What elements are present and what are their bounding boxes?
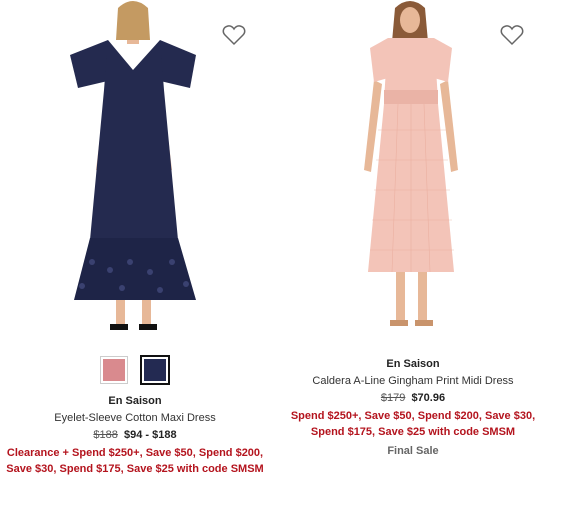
dress-photo [364, 1, 458, 326]
swatch-pink[interactable] [100, 356, 128, 384]
current-price: $70.96 [411, 392, 446, 404]
color-swatches [0, 355, 270, 385]
swatch-pink-color [103, 359, 125, 381]
product-price: $179 $70.96 [284, 392, 542, 404]
product-card[interactable]: En Saison Eyelet-Sleeve Cotton Maxi Dres… [0, 0, 270, 478]
product-grid: En Saison Eyelet-Sleeve Cotton Maxi Dres… [0, 0, 563, 508]
product-name[interactable]: Caldera A-Line Gingham Print Midi Dress [284, 375, 542, 387]
final-sale-badge: Final Sale [387, 444, 439, 457]
favorite-heart-icon[interactable] [222, 24, 246, 46]
current-price: $94 - $188 [123, 429, 177, 441]
promo-text: Clearance + Spend $250+, Save $50, Spend… [6, 447, 264, 475]
original-price: $179 [380, 392, 406, 404]
product-brand[interactable]: En Saison [284, 358, 542, 370]
product-image[interactable] [278, 0, 548, 340]
swatch-navy-color [144, 359, 166, 381]
product-card[interactable]: En Saison Caldera A-Line Gingham Print M… [278, 0, 548, 457]
favorite-heart-icon[interactable] [500, 24, 524, 46]
dress-photo [70, 1, 196, 330]
swatch-navy[interactable] [140, 355, 170, 385]
product-price: $188 $94 - $188 [6, 429, 264, 441]
original-price: $188 [93, 429, 118, 441]
product-info: En Saison Caldera A-Line Gingham Print M… [278, 358, 548, 457]
product-brand[interactable]: En Saison [6, 395, 264, 407]
promo-text: Spend $250+, Save $50, Spend $200, Save … [290, 410, 536, 438]
product-image[interactable] [0, 0, 270, 340]
product-name[interactable]: Eyelet-Sleeve Cotton Maxi Dress [6, 412, 264, 424]
product-info: En Saison Eyelet-Sleeve Cotton Maxi Dres… [0, 395, 270, 478]
